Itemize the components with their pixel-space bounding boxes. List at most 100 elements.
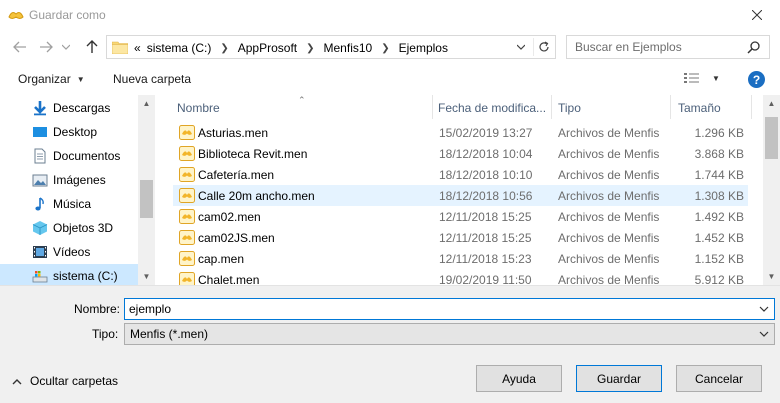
pictures-icon (32, 174, 48, 187)
back-button[interactable] (10, 37, 30, 57)
nav-item-imagenes[interactable]: Imágenes (0, 168, 138, 192)
chevron-right-icon[interactable]: ❯ (220, 43, 228, 54)
column-header-size[interactable]: Tamaño (671, 95, 751, 119)
up-button[interactable] (82, 37, 102, 57)
hide-folders-label: Ocultar carpetas (30, 374, 119, 388)
chevron-down-icon (759, 331, 769, 337)
new-folder-button[interactable]: Nueva carpeta (113, 72, 191, 86)
file-size: 3.868 KB (694, 147, 744, 161)
file-type: Archivos de Menfis (558, 189, 660, 203)
file-row[interactable]: cam02JS.men 12/11/2018 15:25 Archivos de M… (173, 227, 748, 248)
file-row[interactable]: Cafetería.men 18/12/2018 10:10 Archivos de… (173, 164, 748, 185)
menfis-file-icon (179, 146, 195, 161)
file-date: 18/12/2018 10:04 (439, 147, 533, 161)
column-divider[interactable] (751, 95, 752, 119)
file-type: Archivos de Menfis (558, 231, 660, 245)
title-bar: Guardar como (0, 0, 780, 30)
command-bar: Organizar ▼ Nueva carpeta ▼ ? (0, 66, 780, 94)
nav-item-videos[interactable]: Vídeos (0, 240, 138, 264)
nav-item-objetos-3d[interactable]: Objetos 3D (0, 216, 138, 240)
file-size: 1.308 KB (694, 189, 744, 203)
column-header-date[interactable]: Fecha de modifica... (433, 95, 551, 119)
arrow-left-icon (13, 41, 26, 53)
refresh-button[interactable] (533, 38, 553, 56)
menfis-file-icon (179, 125, 195, 140)
file-name: cam02.men (198, 210, 261, 224)
menfis-file-icon (179, 230, 195, 245)
file-row[interactable]: cap.men 12/11/2018 15:23 Archivos de Menfi… (173, 248, 748, 269)
breadcrumb-ejemplos[interactable]: Ejemplos (399, 41, 448, 55)
nav-scrollbar[interactable]: ▲ ▼ (138, 95, 155, 285)
chevron-down-icon[interactable] (759, 304, 769, 314)
caret-down-icon[interactable]: ▼ (763, 268, 780, 285)
address-bar[interactable]: « sistema (C:) ❯ AppProsoft ❯ Menfis10 ❯… (106, 35, 556, 59)
file-name: Asturias.men (198, 126, 269, 140)
menfis-file-icon (179, 209, 195, 224)
window-title: Guardar como (29, 8, 106, 22)
navigation-pane: Descargas Desktop Documentos Imágenes Mú… (0, 95, 155, 285)
search-input[interactable] (575, 39, 745, 55)
folder-icon (112, 41, 128, 54)
filename-input[interactable] (129, 301, 749, 317)
caret-up-icon[interactable]: ▲ (138, 95, 155, 112)
file-name: cam02JS.men (198, 231, 275, 245)
help-icon-button[interactable]: ? (748, 71, 765, 88)
nav-item-descargas[interactable]: Descargas (0, 96, 138, 120)
file-size: 1.152 KB (694, 252, 744, 266)
column-header-label: Fecha de modifica... (438, 101, 547, 115)
caret-up-icon[interactable]: ▲ (763, 95, 780, 112)
nav-item-desktop[interactable]: Desktop (0, 120, 138, 144)
sort-ascending-icon: ⌃ (298, 95, 306, 105)
close-button[interactable] (734, 0, 780, 30)
breadcrumb-drive[interactable]: sistema (C:) (147, 41, 212, 55)
chevron-right-icon[interactable]: ❯ (381, 43, 389, 54)
nav-item-label: Vídeos (53, 245, 91, 259)
chevron-down-icon (517, 44, 525, 50)
music-icon (35, 197, 44, 211)
document-icon (34, 148, 46, 164)
nav-item-label: Descargas (53, 101, 111, 115)
nav-item-musica[interactable]: Música (0, 192, 138, 216)
breadcrumb-appprosoft[interactable]: AppProsoft (238, 41, 297, 55)
nav-scrollbar-thumb[interactable] (140, 180, 153, 218)
arrow-right-icon (40, 41, 53, 53)
new-folder-label: Nueva carpeta (113, 72, 192, 86)
file-type: Archivos de Menfis (558, 147, 660, 161)
nav-item-sistema-c[interactable]: sistema (C:) (0, 264, 138, 285)
search-icon[interactable] (747, 40, 761, 54)
help-button[interactable]: Ayuda (476, 365, 562, 392)
menfis-file-icon (179, 251, 195, 266)
change-view-button[interactable]: ▼ (684, 72, 720, 84)
nav-item-documentos[interactable]: Documentos (0, 144, 138, 168)
address-dropdown-button[interactable] (513, 38, 529, 56)
file-row[interactable]: Asturias.men 15/02/2019 13:27 Archivos de … (173, 122, 748, 143)
chevron-right-icon[interactable]: ❯ (306, 43, 314, 54)
filename-field[interactable] (124, 298, 775, 320)
download-icon (34, 101, 46, 116)
filename-label: Nombre: (74, 302, 121, 316)
recent-locations-button[interactable] (60, 37, 72, 57)
organize-button[interactable]: Organizar ▼ (18, 72, 85, 86)
cancel-button[interactable]: Cancelar (676, 365, 762, 392)
hide-folders-toggle[interactable]: Ocultar carpetas (12, 374, 118, 388)
refresh-icon (538, 41, 549, 52)
filetype-select[interactable]: Menfis (*.men) (124, 323, 775, 345)
breadcrumb-menfis10[interactable]: Menfis10 (324, 41, 373, 55)
forward-button[interactable] (36, 37, 56, 57)
column-header-name[interactable]: Nombre ⌃ (168, 95, 432, 119)
breadcrumb-overflow[interactable]: « (134, 41, 141, 55)
3d-objects-icon (32, 221, 48, 235)
caret-down-icon[interactable]: ▼ (138, 268, 155, 285)
nav-item-label: Documentos (53, 149, 121, 163)
file-row[interactable]: Calle 20m ancho.men 18/12/2018 10:56 Archi… (173, 185, 748, 206)
file-row[interactable]: Biblioteca Revit.men 18/12/2018 10:04 Arch… (173, 143, 748, 164)
file-size: 1.452 KB (694, 231, 744, 245)
column-header-label: Nombre (177, 101, 220, 115)
save-button[interactable]: Guardar (576, 365, 662, 392)
file-list-scrollbar[interactable]: ▲ ▼ (763, 95, 780, 285)
caret-down-icon: ▼ (712, 73, 720, 83)
file-list-scrollbar-thumb[interactable] (765, 117, 778, 159)
file-row[interactable]: cam02.men 12/11/2018 15:25 Archivos de Men… (173, 206, 748, 227)
column-header-type[interactable]: Tipo (552, 95, 670, 119)
file-date: 18/12/2018 10:56 (439, 189, 533, 203)
